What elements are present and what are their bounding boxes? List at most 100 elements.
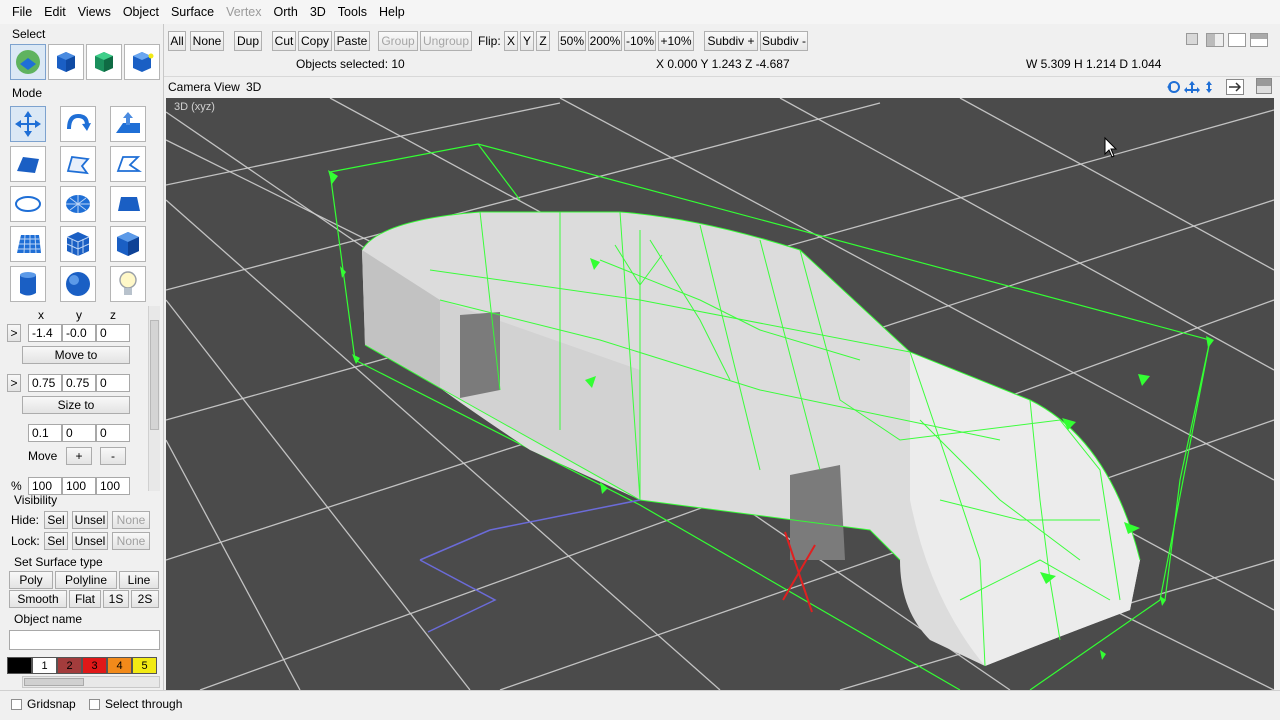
size-z-field[interactable]: 0 (96, 374, 130, 392)
select-through-checkbox[interactable] (89, 699, 100, 710)
move-z-field[interactable]: 0 (96, 424, 130, 442)
transform-scrollbar[interactable] (148, 306, 160, 491)
mode-cube-button[interactable] (110, 226, 146, 262)
size-y-field[interactable]: 0.75 (62, 374, 96, 392)
mode-polyline-button[interactable] (60, 146, 96, 182)
subdiv-plus-button[interactable]: Subdiv + (704, 31, 758, 51)
menu-object[interactable]: Object (117, 0, 165, 24)
mode-cylinder-button[interactable] (10, 266, 46, 302)
mode-scale-button[interactable] (110, 106, 146, 142)
palette-scrollbar-thumb[interactable] (24, 678, 84, 686)
view-3d-label[interactable]: 3D (246, 80, 261, 94)
lock-none-button[interactable]: None (112, 532, 150, 550)
mode-light-button[interactable] (110, 266, 146, 302)
3d-viewport[interactable]: 3D (xyz) (166, 98, 1274, 690)
flip-z-button[interactable]: Z (536, 31, 550, 51)
group-button[interactable]: Group (378, 31, 418, 51)
size-to-button[interactable]: Size to (22, 396, 130, 414)
menu-tools[interactable]: Tools (332, 0, 373, 24)
color-swatch[interactable]: 5 (132, 657, 157, 674)
move-minus-button[interactable]: - (100, 447, 126, 465)
menu-edit[interactable]: Edit (38, 0, 72, 24)
move-x-field[interactable]: 0.1 (28, 424, 62, 442)
size-x-field[interactable]: 0.75 (28, 374, 62, 392)
menu-vertex[interactable]: Vertex (220, 0, 267, 24)
color-swatch[interactable]: 2 (57, 657, 82, 674)
surface-1s-button[interactable]: 1S (103, 590, 129, 608)
mode-rotate-button[interactable] (60, 106, 96, 142)
duplicate-button[interactable]: Dup (234, 31, 262, 51)
zoom-plus10-button[interactable]: +10% (658, 31, 694, 51)
mode-plane-button[interactable] (110, 186, 146, 222)
menu-surface[interactable]: Surface (165, 0, 220, 24)
select-none-button[interactable]: None (190, 31, 224, 51)
object-name-input[interactable] (9, 630, 160, 650)
color-swatch[interactable] (7, 657, 32, 674)
mode-grid-cube-button[interactable] (60, 226, 96, 262)
ungroup-button[interactable]: Ungroup (420, 31, 472, 51)
zoom-minus10-button[interactable]: -10% (624, 31, 656, 51)
flip-x-button[interactable]: X (504, 31, 518, 51)
layout-single-icon[interactable] (1186, 33, 1198, 45)
color-swatch[interactable]: 4 (107, 657, 132, 674)
view-menu[interactable]: View (214, 80, 240, 94)
mode-curve-button[interactable] (110, 146, 146, 182)
menu-3d[interactable]: 3D (304, 0, 332, 24)
menu-file[interactable]: File (6, 0, 38, 24)
pos-y-field[interactable]: -0.0 (62, 324, 96, 342)
view-maximize-icon[interactable] (1256, 78, 1272, 94)
menu-orth[interactable]: Orth (268, 0, 304, 24)
color-swatch[interactable]: 3 (82, 657, 107, 674)
pct-z-field[interactable]: 100 (96, 477, 130, 495)
paste-button[interactable]: Paste (334, 31, 370, 51)
size-expand-button[interactable]: > (7, 374, 21, 392)
surface-poly-button[interactable]: Poly (9, 571, 53, 589)
copy-button[interactable]: Copy (298, 31, 332, 51)
move-plus-button[interactable]: + (66, 447, 92, 465)
view-reset-icon[interactable] (1226, 79, 1244, 95)
pct-y-field[interactable]: 100 (62, 477, 96, 495)
zoom-50-button[interactable]: 50% (558, 31, 586, 51)
surface-flat-button[interactable]: Flat (69, 590, 101, 608)
navigation-icons[interactable] (1166, 79, 1214, 95)
layout-wide-icon[interactable] (1250, 33, 1268, 47)
surface-2s-button[interactable]: 2S (131, 590, 159, 608)
move-to-button[interactable]: Move to (22, 346, 130, 364)
viewport-scene[interactable] (166, 98, 1274, 690)
cut-button[interactable]: Cut (272, 31, 296, 51)
camera-menu[interactable]: Camera (168, 80, 211, 94)
hide-sel-button[interactable]: Sel (44, 511, 68, 529)
pos-expand-button[interactable]: > (7, 324, 21, 342)
pos-z-field[interactable]: 0 (96, 324, 130, 342)
mode-ellipse-button[interactable] (10, 186, 46, 222)
mode-grid-plane-button[interactable] (10, 226, 46, 262)
mode-move-button[interactable] (10, 106, 46, 142)
color-swatch[interactable]: 1 (32, 657, 57, 674)
flip-y-button[interactable]: Y (520, 31, 534, 51)
palette-scrollbar[interactable] (22, 676, 160, 688)
mode-polygon-button[interactable] (10, 146, 46, 182)
transform-scrollbar-thumb[interactable] (150, 320, 159, 430)
lock-sel-button[interactable]: Sel (44, 532, 68, 550)
surface-line-button[interactable]: Line (119, 571, 159, 589)
select-object-button[interactable] (10, 44, 46, 80)
zoom-200-button[interactable]: 200% (588, 31, 622, 51)
layout-quad-icon[interactable] (1228, 33, 1246, 47)
layout-split-icon[interactable] (1206, 33, 1224, 47)
select-cube-edge-button[interactable] (86, 44, 122, 80)
gridsnap-checkbox[interactable] (11, 699, 22, 710)
mode-sphere-button[interactable] (60, 266, 96, 302)
menu-views[interactable]: Views (72, 0, 117, 24)
mode-disc-button[interactable] (60, 186, 96, 222)
surface-polyline-button[interactable]: Polyline (55, 571, 117, 589)
lock-unsel-button[interactable]: Unsel (72, 532, 108, 550)
select-cube-front-button[interactable] (48, 44, 84, 80)
menu-help[interactable]: Help (373, 0, 411, 24)
pos-x-field[interactable]: -1.4 (28, 324, 62, 342)
subdiv-minus-button[interactable]: Subdiv - (760, 31, 808, 51)
hide-unsel-button[interactable]: Unsel (72, 511, 108, 529)
select-cube-vertex-button[interactable] (124, 44, 160, 80)
select-all-button[interactable]: All (168, 31, 186, 51)
surface-smooth-button[interactable]: Smooth (9, 590, 67, 608)
move-y-field[interactable]: 0 (62, 424, 96, 442)
